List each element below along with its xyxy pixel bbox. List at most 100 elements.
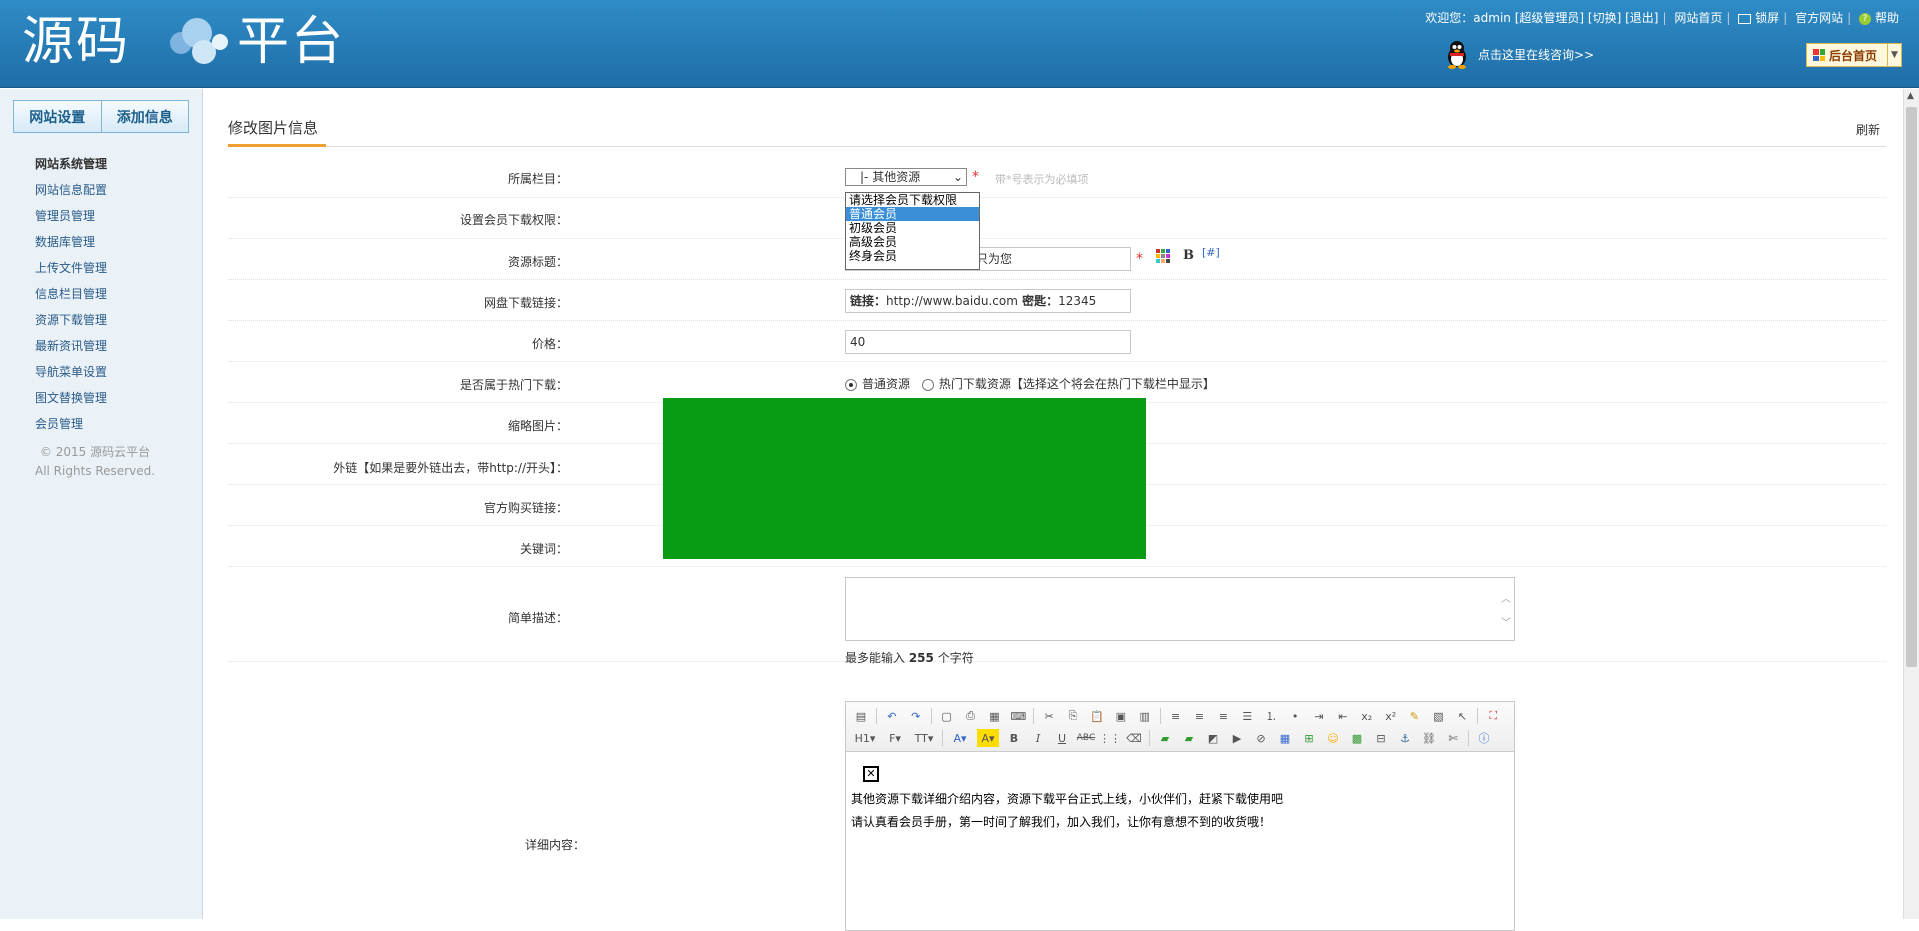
sidebar-item-categories[interactable]: 信息栏目管理 (35, 281, 107, 307)
heading-icon[interactable]: H1▾ (852, 729, 878, 747)
justify-icon[interactable]: ☰ (1238, 707, 1256, 725)
copy-icon[interactable]: ⎘ (1064, 707, 1082, 725)
copyright-line: All Rights Reserved. (34, 464, 156, 478)
sidebar-item-system[interactable]: 网站系统管理 (35, 151, 107, 177)
multi-image-icon[interactable]: ▰ (1180, 729, 1198, 747)
sidebar-item-site-config[interactable]: 网站信息配置 (35, 177, 107, 203)
backend-home-select[interactable]: 后台首页 ▼ (1806, 43, 1902, 67)
map-icon[interactable]: ▩ (1348, 729, 1366, 747)
preview-icon[interactable]: ▢ (938, 707, 956, 725)
sidebar-item-members[interactable]: 会员管理 (35, 411, 107, 437)
underline-icon[interactable]: U (1053, 729, 1071, 747)
hash-tag-icon[interactable]: [#] (1202, 246, 1220, 259)
superscript-icon[interactable]: x² (1382, 707, 1400, 725)
dropdown-option[interactable]: 高级会员 (846, 235, 979, 249)
anchor-icon[interactable]: ⚓ (1396, 729, 1414, 747)
paste-icon[interactable]: 📋 (1088, 707, 1106, 725)
tab-add-info[interactable]: 添加信息 (102, 101, 189, 132)
page-scrollbar[interactable]: ▲ (1903, 89, 1919, 919)
backend-home-label: 后台首页 (1829, 48, 1878, 63)
attachment-icon[interactable]: ⊘ (1252, 729, 1270, 747)
scroll-up-arrow[interactable]: ▲ (1907, 91, 1914, 101)
cut-icon[interactable]: ✂ (1040, 707, 1058, 725)
media-icon[interactable]: ▶ (1228, 729, 1246, 747)
align-left-icon[interactable]: ≡ (1167, 707, 1185, 725)
table-icon[interactable]: ▦ (1276, 729, 1294, 747)
scroll-down-icon[interactable]: ﹀ (1501, 614, 1511, 629)
about-icon[interactable]: ⓘ (1475, 729, 1493, 747)
dropdown-option[interactable]: 终身会员 (846, 249, 979, 263)
strikethrough-icon[interactable]: ABC (1077, 729, 1095, 747)
sidebar-item-admins[interactable]: 管理员管理 (35, 203, 107, 229)
dropdown-option[interactable]: 初级会员 (846, 221, 979, 235)
highlight-icon[interactable]: A▾ (977, 729, 999, 747)
italic-icon[interactable]: I (1029, 729, 1047, 747)
align-center-icon[interactable]: ≡ (1191, 707, 1209, 725)
print-icon[interactable]: ⎙ (962, 707, 980, 725)
radio-hot[interactable] (921, 378, 934, 391)
ordered-list-icon[interactable]: ⒈ (1262, 707, 1280, 725)
image-icon[interactable]: ▰ (1156, 729, 1174, 747)
refresh-link[interactable]: 刷新 (1856, 121, 1880, 138)
redo-icon[interactable]: ↷ (907, 707, 925, 725)
sidebar-item-replace[interactable]: 图文替换管理 (35, 385, 107, 411)
select-all-icon[interactable]: ▧ (1429, 707, 1447, 725)
unlink-icon[interactable]: ✄ (1444, 729, 1462, 747)
dropdown-option[interactable]: 请选择会员下载权限 (846, 193, 979, 207)
font-family-icon[interactable]: F▾ (884, 729, 906, 747)
outdent-icon[interactable]: ⇤ (1334, 707, 1352, 725)
radio-normal[interactable] (845, 378, 857, 391)
radio-hot-label[interactable]: 热门下载资源【选择这个将会在热门下载栏中显示】 (939, 377, 1215, 391)
hr-icon[interactable]: ⊞ (1300, 729, 1318, 747)
color-picker-icon[interactable] (1156, 249, 1170, 263)
sidebar-item-database[interactable]: 数据库管理 (35, 229, 107, 255)
site-home-link[interactable]: 网站首页 (1674, 11, 1722, 25)
dropdown-option-selected[interactable]: 普通会员 (846, 207, 979, 221)
template-icon[interactable]: ▦ (985, 707, 1003, 725)
sidebar-item-downloads[interactable]: 资源下载管理 (35, 307, 107, 333)
radio-normal-label[interactable]: 普通资源 (862, 377, 910, 391)
paste-word-icon[interactable]: ▥ (1136, 707, 1154, 725)
align-right-icon[interactable]: ≡ (1214, 707, 1232, 725)
sidebar-item-news[interactable]: 最新资讯管理 (35, 333, 107, 359)
eraser-icon[interactable]: ⌫ (1125, 729, 1143, 747)
flash-icon[interactable]: ◩ (1204, 729, 1222, 747)
scroll-up-icon[interactable]: ︿ (1501, 590, 1511, 605)
desc-textarea[interactable]: ︿ ﹀ (845, 577, 1515, 641)
undo-icon[interactable]: ↶ (883, 707, 901, 725)
unordered-list-icon[interactable]: • (1286, 707, 1304, 725)
qq-consult[interactable]: 点击这里在线咨询>> (1444, 38, 1594, 70)
line-height-icon[interactable]: ⋮⋮ (1099, 729, 1121, 747)
lock-screen-link[interactable]: 锁屏 (1755, 11, 1779, 25)
pointer-icon[interactable]: ↖ (1453, 707, 1471, 725)
bold-icon[interactable]: B (1183, 248, 1194, 263)
official-site-link[interactable]: 官方网站 (1795, 11, 1843, 25)
buy-link-label: 官方购买链接： (483, 501, 568, 515)
source-icon[interactable]: ▤ (852, 707, 870, 725)
subscript-icon[interactable]: x₂ (1358, 707, 1376, 725)
chevron-down-icon[interactable]: ▼ (1887, 44, 1901, 66)
welcome-text[interactable]: 欢迎您：admin [超级管理员] [切换] [退出] (1425, 11, 1658, 25)
sidebar-item-uploads[interactable]: 上传文件管理 (35, 255, 107, 281)
qq-consult-text[interactable]: 点击这里在线咨询>> (1478, 46, 1594, 63)
tab-site-settings[interactable]: 网站设置 (14, 101, 102, 132)
help-link[interactable]: 帮助 (1875, 11, 1899, 25)
link-icon[interactable]: ⛓ (1420, 729, 1438, 747)
sidebar-item-nav[interactable]: 导航菜单设置 (35, 359, 107, 385)
editor-body[interactable]: ✕ 其他资源下载详细介绍内容，资源下载平台正式上线，小伙伴们，赶紧下载使用吧 请… (846, 752, 1514, 844)
fullscreen-icon[interactable]: ⛶ (1484, 707, 1502, 725)
clear-format-icon[interactable]: ✎ (1406, 707, 1424, 725)
scrollbar-thumb[interactable] (1906, 107, 1917, 667)
paste-text-icon[interactable]: ▣ (1112, 707, 1130, 725)
code-icon[interactable]: ⌨ (1009, 707, 1027, 725)
price-input[interactable]: 40 (845, 330, 1131, 354)
sidebar-tabs: 网站设置 添加信息 (13, 100, 189, 133)
pagebreak-icon[interactable]: ⊟ (1372, 729, 1390, 747)
indent-icon[interactable]: ⇥ (1310, 707, 1328, 725)
pan-link-input[interactable]: 链接：http://www.baidu.com 密匙：12345 (845, 289, 1131, 313)
category-select[interactable]: |- 其他资源 ⌄ (845, 168, 967, 186)
font-size-icon[interactable]: TT▾ (912, 729, 936, 747)
bold-icon[interactable]: B (1005, 729, 1023, 747)
emoticon-icon[interactable]: ☺ (1324, 729, 1342, 747)
font-color-icon[interactable]: A▾ (949, 729, 971, 747)
